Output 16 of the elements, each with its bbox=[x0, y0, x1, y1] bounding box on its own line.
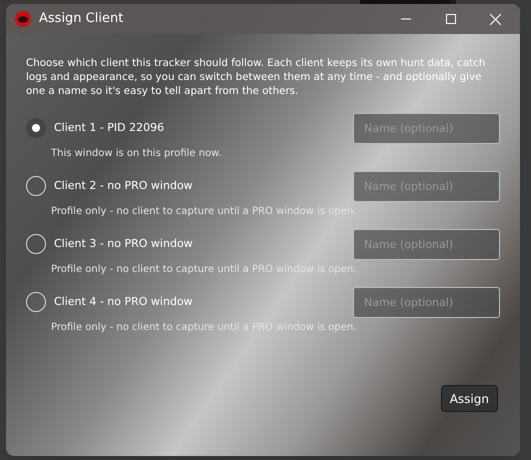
name-input-field[interactable]: Name (optional) bbox=[353, 286, 500, 318]
window-title: Assign Client bbox=[39, 10, 124, 28]
client-label[interactable]: Client 3 - no PRO window bbox=[54, 236, 193, 252]
maximize-icon bbox=[446, 14, 456, 24]
client-label[interactable]: Client 4 - no PRO window bbox=[54, 294, 193, 310]
radio-button[interactable] bbox=[26, 292, 46, 312]
radio-button[interactable] bbox=[26, 176, 46, 196]
description-text: Choose which client this tracker should follow. Each client keeps its own hunt data, catch logs and appearance, so you can switch between them at any time - and optionally give one a name so it's easy to tell apart from the others. bbox=[26, 56, 486, 98]
radio-button[interactable] bbox=[26, 234, 46, 254]
client-label[interactable]: Client 1 - PID 22096 bbox=[54, 120, 164, 136]
app-logo-icon bbox=[15, 11, 31, 27]
close-icon bbox=[490, 14, 501, 24]
client-note: This window is on this profile now. bbox=[51, 147, 222, 161]
assign-button[interactable]: Assign bbox=[440, 385, 498, 412]
radio-button[interactable] bbox=[26, 118, 46, 138]
client-label[interactable]: Client 2 - no PRO window bbox=[54, 178, 193, 194]
